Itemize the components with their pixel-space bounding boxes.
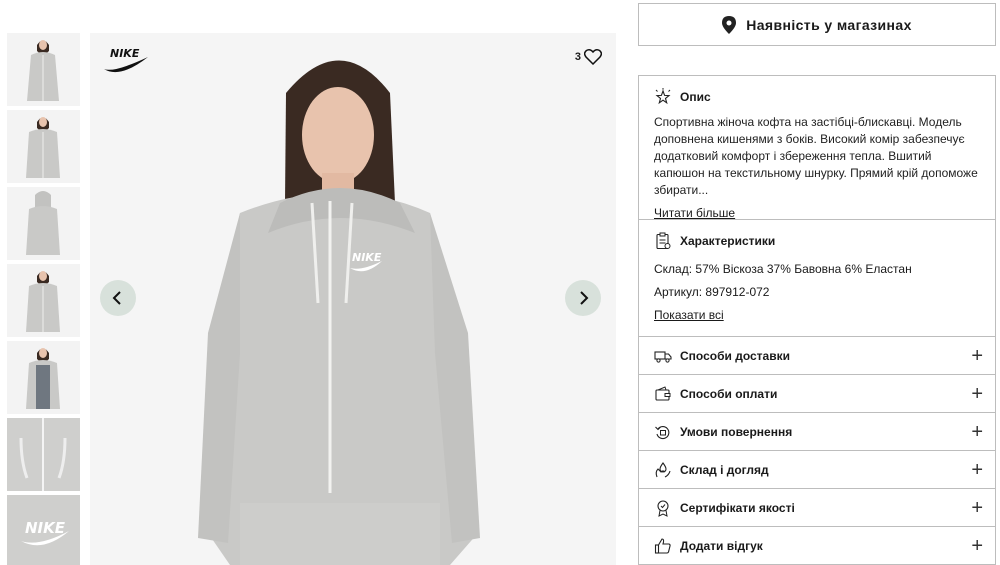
description-text: Спортивна жіноча кофта на застібці-блиск… [654, 115, 978, 197]
description-section: Опис Спортивна жіноча кофта на застібці-… [639, 76, 995, 220]
store-availability-button[interactable]: Наявність у магазинах [638, 3, 996, 46]
nike-swoosh-icon: NIKE [104, 47, 148, 73]
thumbnail-6-image [7, 418, 80, 491]
thumbnail-3[interactable] [7, 187, 80, 260]
accordion-payment-label: Способи оплати [680, 386, 778, 401]
expand-plus-icon: + [971, 344, 983, 367]
thumbnail-2[interactable] [7, 110, 80, 183]
next-image-button[interactable] [565, 280, 601, 316]
thumbnail-3-image [7, 187, 80, 260]
accordion-certificates[interactable]: Сертифікати якості + [639, 489, 995, 527]
chevron-left-icon [112, 291, 121, 305]
expand-plus-icon: + [971, 382, 983, 405]
thumbnail-7-image: NIKE [7, 495, 80, 565]
truck-icon [654, 350, 672, 363]
expand-plus-icon: + [971, 534, 983, 557]
previous-image-button[interactable] [100, 280, 136, 316]
accordion-care[interactable]: Склад і догляд + [639, 451, 995, 489]
store-availability-label: Наявність у магазинах [746, 16, 912, 33]
sku-text: Артикул: 897912-072 [654, 285, 770, 299]
care-hands-icon [655, 461, 671, 477]
characteristics-section: Характеристики Склад: 57% Віскоза 37% Ба… [639, 220, 995, 337]
read-more-link[interactable]: Читати більше [654, 206, 735, 220]
thumbnail-7[interactable]: NIKE [7, 495, 80, 565]
svg-text:NIKE: NIKE [352, 251, 382, 264]
sparkle-star-icon [655, 88, 671, 105]
brand-name: NIKE [110, 47, 140, 60]
accordion-delivery-label: Способи доставки [680, 348, 790, 363]
product-photo: NIKE [90, 33, 616, 565]
nike-logo: NIKE [102, 45, 152, 78]
accordion-care-label: Склад і догляд [680, 462, 769, 477]
characteristics-title: Характеристики [680, 234, 776, 248]
description-title: Опис [680, 90, 711, 104]
accordion-returns-label: Умови повернення [680, 424, 793, 439]
return-icon [655, 425, 670, 439]
thumbnail-2-image [7, 110, 80, 183]
composition-text: Склад: 57% Віскоза 37% Бавовна 6% Еласта… [654, 262, 912, 276]
accordion-review[interactable]: Додати відгук + [639, 527, 995, 565]
favorite-button[interactable]: 3 [575, 49, 602, 65]
thumbnail-1[interactable] [7, 33, 80, 106]
expand-plus-icon: + [971, 420, 983, 443]
description-header: Опис [654, 88, 980, 106]
characteristics-header: Характеристики [654, 232, 980, 250]
expand-plus-icon: + [971, 458, 983, 481]
favorite-count: 3 [574, 51, 581, 63]
thumbnail-list: NIKE [7, 33, 80, 565]
thumbnail-6[interactable] [7, 418, 80, 491]
location-pin-icon [722, 15, 737, 34]
thumbnail-4-image [7, 264, 80, 337]
thumbs-up-icon [654, 537, 671, 554]
svg-text:NIKE: NIKE [25, 519, 66, 537]
thumbnail-1-image [7, 33, 80, 106]
clipboard-icon [656, 232, 671, 250]
chevron-right-icon [580, 291, 589, 305]
thumbnail-5[interactable] [7, 341, 80, 414]
show-all-link[interactable]: Показати всі [654, 308, 724, 322]
expand-plus-icon: + [971, 496, 983, 519]
accordion-delivery[interactable]: Способи доставки + [639, 337, 995, 375]
heart-icon [584, 49, 602, 65]
accordion-payment[interactable]: Способи оплати + [639, 375, 995, 413]
accordion-review-label: Додати відгук [680, 538, 763, 553]
wallet-icon [655, 385, 671, 401]
accordion-returns[interactable]: Умови повернення + [639, 413, 995, 451]
thumbnail-5-image [7, 341, 80, 414]
thumbnail-4[interactable] [7, 264, 80, 337]
accordion-certificates-label: Сертифікати якості [680, 500, 795, 515]
main-product-image: NIKE NIKE 3 [90, 33, 616, 565]
certificate-icon [657, 499, 669, 517]
product-info-panel: Опис Спортивна жіноча кофта на застібці-… [638, 75, 996, 565]
